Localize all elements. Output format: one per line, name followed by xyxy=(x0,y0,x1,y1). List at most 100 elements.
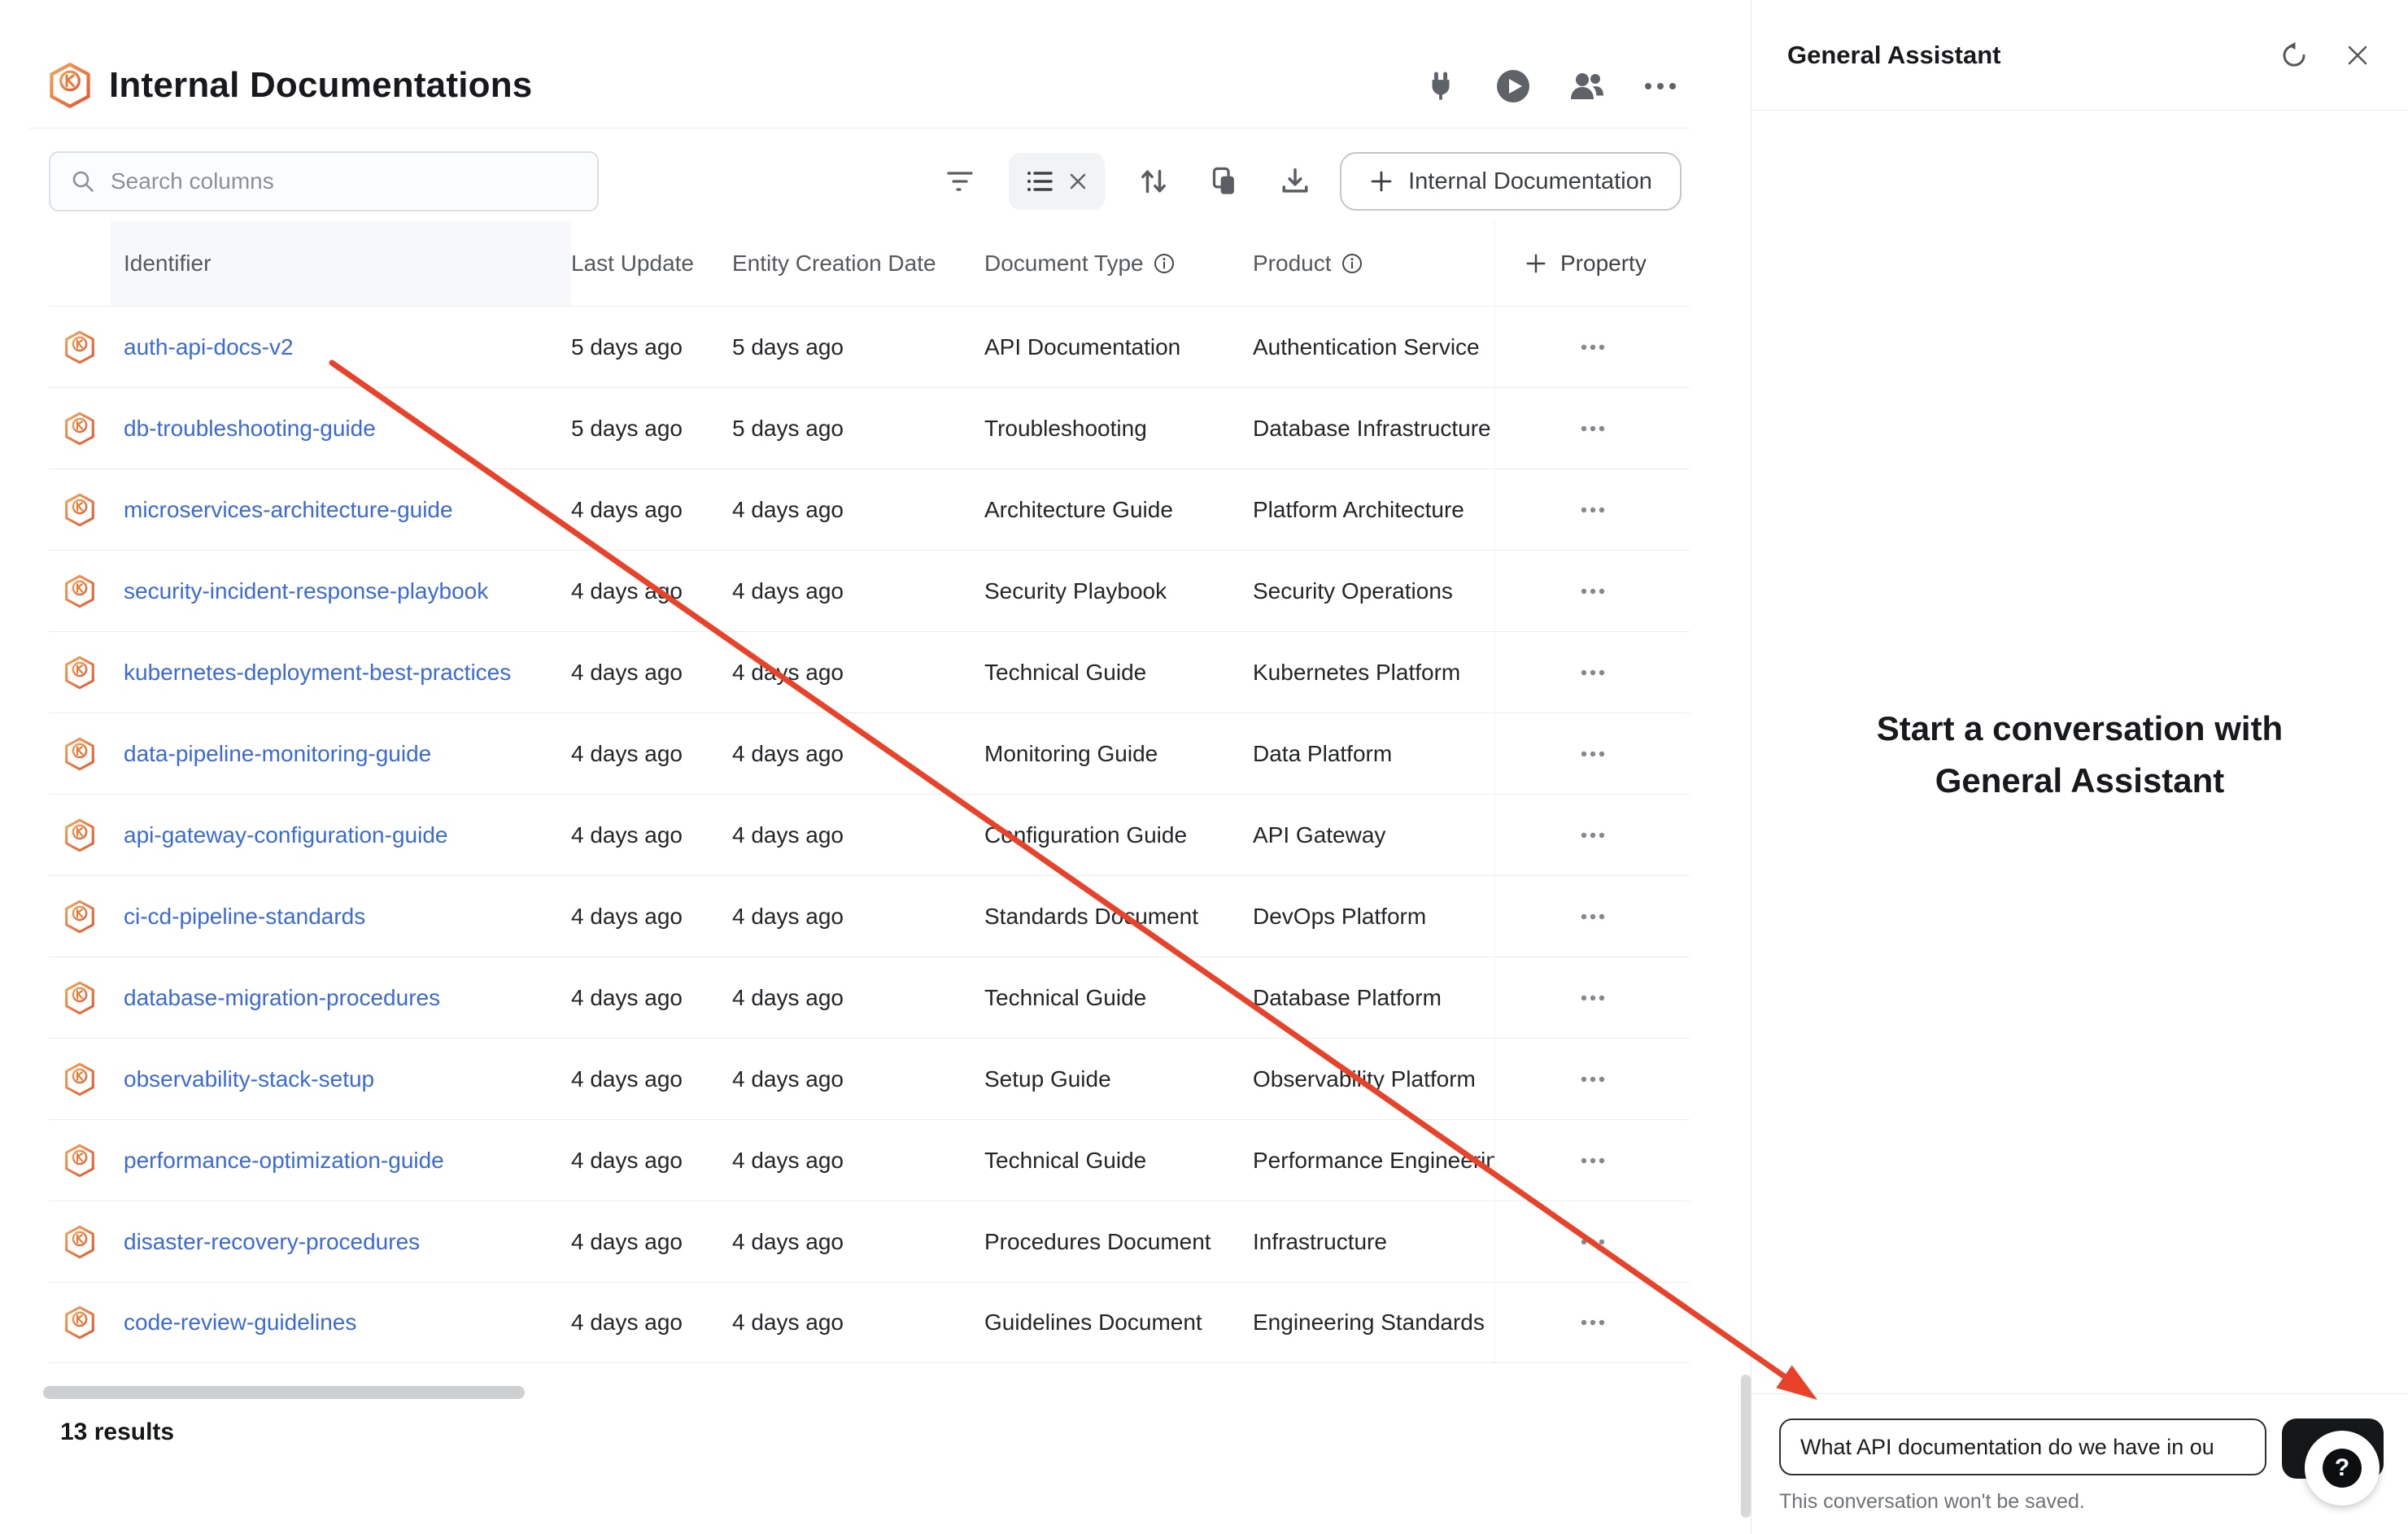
row-more-button[interactable] xyxy=(1573,1068,1613,1091)
row-more-button[interactable] xyxy=(1573,661,1613,684)
identifier-link[interactable]: code-review-guidelines xyxy=(124,1310,356,1335)
search-input[interactable] xyxy=(111,168,581,194)
row-more-button[interactable] xyxy=(1573,1149,1613,1172)
table-toolbar: Internal Documentation xyxy=(0,151,1751,211)
integrations-button[interactable] xyxy=(1424,69,1458,103)
identifier-link[interactable]: kubernetes-deployment-best-practices xyxy=(124,660,511,685)
row-more-button[interactable] xyxy=(1573,905,1613,928)
table-row: ci-cd-pipeline-standards 4 days ago 4 da… xyxy=(49,875,1690,957)
plus-icon xyxy=(1369,169,1394,194)
identifier-link[interactable]: microservices-architecture-guide xyxy=(124,497,453,522)
more-icon xyxy=(1581,588,1605,595)
row-more-button[interactable] xyxy=(1573,580,1613,603)
run-button[interactable] xyxy=(1495,68,1531,104)
members-button[interactable] xyxy=(1568,70,1606,102)
page-title: Internal Documentations xyxy=(109,65,532,106)
row-more-button[interactable] xyxy=(1573,743,1613,765)
row-more-button[interactable] xyxy=(1573,987,1613,1009)
identifier-cell: code-review-guidelines xyxy=(111,1310,571,1336)
creation-date-cell: 4 days ago xyxy=(732,822,984,848)
identifier-link[interactable]: api-gateway-configuration-guide xyxy=(124,822,447,848)
row-actions-cell xyxy=(1494,713,1690,794)
product-cell: Data Platform xyxy=(1253,741,1494,767)
product-cell: DevOps Platform xyxy=(1253,904,1494,930)
reset-conversation-button[interactable] xyxy=(2279,41,2309,70)
table-row: observability-stack-setup 4 days ago 4 d… xyxy=(49,1038,1690,1119)
identifier-cell: ci-cd-pipeline-standards xyxy=(111,904,571,930)
more-icon xyxy=(1581,1076,1605,1083)
vertical-scrollbar[interactable] xyxy=(1741,1375,1751,1518)
app-window: Internal Documentations xyxy=(0,0,2408,1534)
view-mode-toggle[interactable] xyxy=(1009,153,1105,210)
last-update-cell: 4 days ago xyxy=(571,578,732,604)
row-more-button[interactable] xyxy=(1573,417,1613,440)
identifier-link[interactable]: auth-api-docs-v2 xyxy=(124,334,294,360)
header-divider xyxy=(29,128,1689,129)
product-cell: Security Operations xyxy=(1253,578,1494,604)
toolbar-actions: Internal Documentation xyxy=(944,151,1682,211)
entity-hexagon-icon xyxy=(64,1062,95,1096)
row-actions-cell xyxy=(1494,876,1690,957)
plug-icon xyxy=(1424,69,1458,103)
row-more-button[interactable] xyxy=(1573,499,1613,521)
plus-icon xyxy=(1525,252,1547,275)
help-widget-button[interactable]: ? xyxy=(2305,1431,2380,1506)
more-options-button[interactable] xyxy=(1643,81,1677,91)
column-header-product[interactable]: Product xyxy=(1253,251,1494,277)
row-actions-cell xyxy=(1494,551,1690,631)
info-icon xyxy=(1154,253,1175,274)
identifier-link[interactable]: data-pipeline-monitoring-guide xyxy=(124,741,431,766)
entity-hexagon-icon xyxy=(64,656,95,690)
column-header-document-type[interactable]: Document Type xyxy=(984,251,1253,277)
identifier-cell: database-migration-procedures xyxy=(111,985,571,1011)
column-header-identifier[interactable]: Identifier xyxy=(111,221,571,306)
identifier-link[interactable]: database-migration-procedures xyxy=(124,985,440,1010)
row-more-button[interactable] xyxy=(1573,336,1613,359)
chat-input-row xyxy=(1779,1419,2384,1479)
column-header-entity-creation-date[interactable]: Entity Creation Date xyxy=(732,251,984,277)
download-button[interactable] xyxy=(1279,165,1311,198)
last-update-cell: 4 days ago xyxy=(571,904,732,930)
product-cell: Kubernetes Platform xyxy=(1253,660,1494,686)
results-count: 13 results xyxy=(60,1419,174,1446)
conversation-disclaimer: This conversation won't be saved. xyxy=(1779,1490,2384,1514)
row-actions-cell xyxy=(1494,957,1690,1038)
identifier-link[interactable]: performance-optimization-guide xyxy=(124,1148,444,1173)
add-property-button[interactable]: Property xyxy=(1494,221,1690,306)
play-icon xyxy=(1495,68,1531,104)
row-more-button[interactable] xyxy=(1573,1311,1613,1334)
chat-input[interactable] xyxy=(1779,1419,2266,1475)
entity-icon-cell xyxy=(49,1062,111,1096)
row-more-button[interactable] xyxy=(1573,824,1613,847)
last-update-cell: 4 days ago xyxy=(571,1066,732,1092)
product-cell: Database Infrastructure xyxy=(1253,416,1494,442)
identifier-link[interactable]: security-incident-response-playbook xyxy=(124,578,488,604)
create-entity-button[interactable]: Internal Documentation xyxy=(1340,152,1682,211)
identifier-link[interactable]: disaster-recovery-procedures xyxy=(124,1229,420,1254)
more-icon xyxy=(1581,995,1605,1001)
entity-hexagon-icon xyxy=(64,412,95,446)
identifier-link[interactable]: ci-cd-pipeline-standards xyxy=(124,904,365,929)
empty-state-line1: Start a conversation with xyxy=(1751,703,2408,755)
last-update-cell: 5 days ago xyxy=(571,334,732,360)
entities-table: Identifier Last Update Entity Creation D… xyxy=(49,221,1690,1363)
table-row: microservices-architecture-guide 4 days … xyxy=(49,468,1690,550)
document-type-cell: Security Playbook xyxy=(984,578,1253,604)
identifier-cell: kubernetes-deployment-best-practices xyxy=(111,660,571,686)
identifier-link[interactable]: observability-stack-setup xyxy=(124,1066,374,1092)
close-panel-button[interactable] xyxy=(2345,42,2371,68)
sort-button[interactable] xyxy=(1137,165,1170,198)
row-more-button[interactable] xyxy=(1573,1231,1613,1253)
clear-view-icon[interactable] xyxy=(1068,172,1088,191)
filter-button[interactable] xyxy=(944,168,976,194)
product-cell: Infrastructure xyxy=(1253,1229,1494,1255)
row-actions-cell xyxy=(1494,632,1690,713)
entity-icon-cell xyxy=(49,1225,111,1259)
search-box[interactable] xyxy=(49,151,599,211)
horizontal-scrollbar[interactable] xyxy=(43,1386,525,1399)
column-header-last-update[interactable]: Last Update xyxy=(571,251,732,277)
more-icon xyxy=(1643,81,1677,91)
copy-button[interactable] xyxy=(1208,165,1241,198)
identifier-link[interactable]: db-troubleshooting-guide xyxy=(124,416,376,441)
entity-hexagon-icon xyxy=(64,1144,95,1178)
